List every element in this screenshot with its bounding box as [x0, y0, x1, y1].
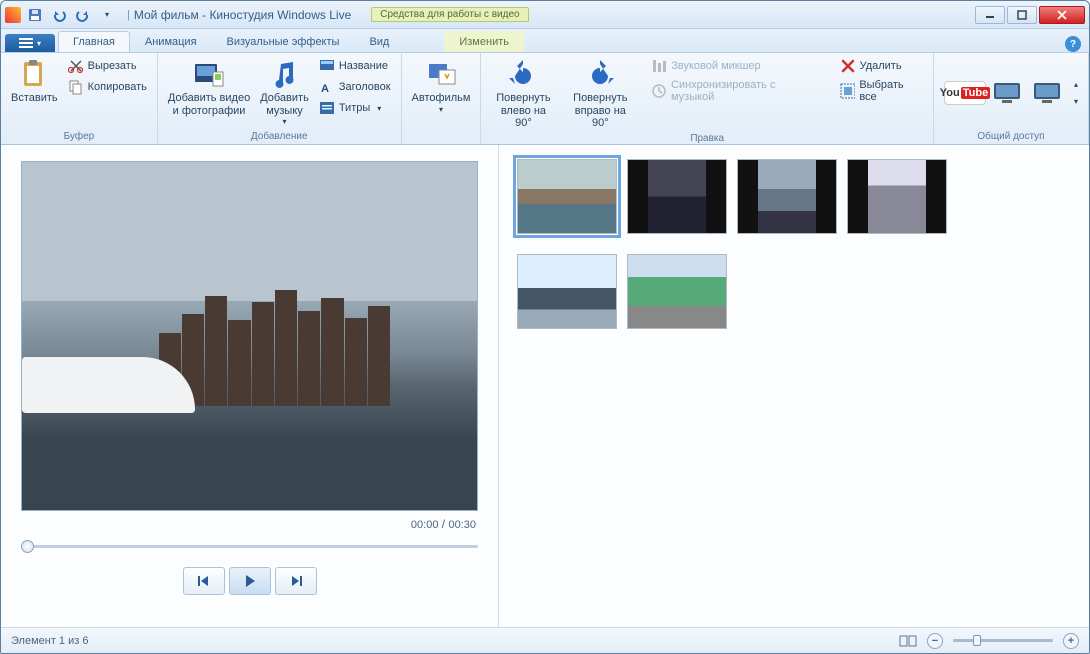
clip-thumbnail[interactable] — [627, 159, 727, 234]
group-share: YouTube ▴ ▾ Общий доступ — [934, 53, 1089, 144]
rotate-right-button[interactable]: Повернуть вправо на 90° — [561, 56, 639, 132]
credits-icon — [319, 100, 335, 116]
close-button[interactable] — [1039, 6, 1085, 24]
copy-button[interactable]: Копировать — [64, 77, 151, 97]
play-button[interactable] — [229, 567, 271, 595]
share-youtube-button[interactable]: YouTube — [944, 81, 986, 105]
tab-home[interactable]: Главная — [58, 31, 130, 52]
quick-access-toolbar: ▾ — [25, 5, 117, 25]
select-all-icon — [840, 83, 856, 99]
clip-thumbnail[interactable] — [517, 254, 617, 329]
clip-thumbnail[interactable] — [517, 159, 617, 234]
app-icon — [5, 7, 21, 23]
group-automovie: Автофильм▾ — [402, 53, 482, 144]
window-title: Мой фильм - Киностудия Windows Live — [134, 8, 351, 22]
help-button[interactable]: ? — [1065, 36, 1081, 52]
delete-icon — [840, 58, 856, 74]
preview-monitor[interactable] — [21, 161, 478, 511]
automovie-button[interactable]: Автофильм▾ — [408, 56, 475, 116]
clip-thumbnail[interactable] — [847, 159, 947, 234]
tab-effects[interactable]: Визуальные эффекты — [212, 31, 355, 52]
qat-customize[interactable]: ▾ — [97, 5, 117, 25]
contextual-tab-label: Средства для работы с видео — [371, 7, 528, 22]
next-frame-button[interactable] — [275, 567, 317, 595]
caption-icon: A — [319, 79, 335, 95]
app-window: ▾ | Мой фильм - Киностудия Windows Live … — [0, 0, 1090, 654]
file-menu-button[interactable]: ▾ — [5, 34, 55, 52]
time-display: 00:00 / 00:30 — [21, 511, 478, 537]
view-toggle-button[interactable] — [899, 634, 917, 648]
zoom-out-button[interactable]: − — [927, 633, 943, 649]
mixer-icon — [651, 58, 667, 74]
ribbon: Вставить Вырезать Копировать Буфер Добав… — [1, 53, 1089, 145]
title-bar: ▾ | Мой фильм - Киностудия Windows Live … — [1, 1, 1089, 29]
playback-controls — [21, 567, 478, 595]
preview-pane: 00:00 / 00:30 — [1, 145, 499, 627]
status-bar: Элемент 1 из 6 − + — [1, 627, 1089, 653]
svg-text:A: A — [321, 83, 329, 95]
zoom-slider[interactable] — [953, 639, 1053, 642]
tab-edit[interactable]: Изменить — [444, 31, 524, 52]
title-icon — [319, 58, 335, 74]
share-scroll-down[interactable]: ▾ — [1074, 97, 1078, 106]
select-all-button[interactable]: Выбрать все — [836, 77, 927, 105]
clip-thumbnail[interactable] — [627, 254, 727, 329]
add-video-photos-button[interactable]: Добавить видео и фотографии — [164, 56, 254, 119]
zoom-in-button[interactable]: + — [1063, 633, 1079, 649]
maximize-button[interactable] — [1007, 6, 1037, 24]
add-music-button[interactable]: Добавить музыку▾ — [256, 56, 313, 128]
zoom-thumb[interactable] — [973, 635, 981, 646]
separator: | — [127, 9, 130, 21]
seek-thumb[interactable] — [21, 540, 34, 553]
paste-button[interactable]: Вставить — [7, 56, 62, 107]
previous-frame-button[interactable] — [183, 567, 225, 595]
group-add: Добавить видео и фотографии Добавить муз… — [158, 53, 402, 144]
group-clipboard: Вставить Вырезать Копировать Буфер — [1, 53, 158, 144]
add-title-button[interactable]: Название — [315, 56, 395, 76]
tab-view[interactable]: Вид — [354, 31, 404, 52]
status-item-count: Элемент 1 из 6 — [11, 635, 88, 647]
sync-icon — [651, 83, 667, 99]
undo-button[interactable] — [49, 5, 69, 25]
cut-button[interactable]: Вырезать — [64, 56, 151, 76]
rotate-left-button[interactable]: Повернуть влево на 90° — [487, 56, 559, 132]
seek-bar[interactable] — [21, 537, 478, 555]
preview-frame — [22, 162, 477, 510]
minimize-button[interactable] — [975, 6, 1005, 24]
clip-thumbnail[interactable] — [737, 159, 837, 234]
group-edit: Повернуть влево на 90° Повернуть вправо … — [481, 53, 934, 144]
share-device-1-button[interactable] — [992, 80, 1026, 106]
share-device-2-button[interactable] — [1032, 80, 1066, 106]
redo-button[interactable] — [73, 5, 93, 25]
add-caption-button[interactable]: AЗаголовок — [315, 77, 395, 97]
delete-button[interactable]: Удалить — [836, 56, 927, 76]
tab-animation[interactable]: Анимация — [130, 31, 212, 52]
sync-music-button: Синхронизировать с музыкой — [647, 77, 823, 105]
scissors-icon — [68, 58, 84, 74]
copy-icon — [68, 79, 84, 95]
window-controls — [975, 6, 1085, 24]
ribbon-tab-strip: ▾ Главная Анимация Визуальные эффекты Ви… — [1, 29, 1089, 53]
storyboard-pane[interactable] — [499, 145, 1089, 627]
share-scroll-up[interactable]: ▴ — [1074, 80, 1078, 89]
add-credits-button[interactable]: Титры▾ — [315, 98, 395, 118]
workspace: 00:00 / 00:30 — [1, 145, 1089, 627]
save-button[interactable] — [25, 5, 45, 25]
audio-mixer-button: Звуковой микшер — [647, 56, 823, 76]
